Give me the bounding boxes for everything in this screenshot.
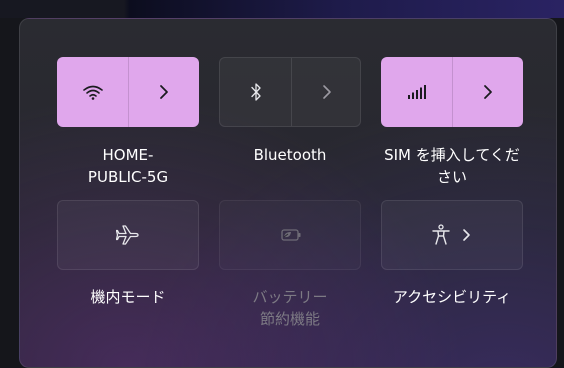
battery-saver-label-line1: バッテリー [252,288,328,306]
wifi-label-line2: PUBLIC-5G [87,168,169,186]
battery-saver-label-line2: 節約機能 [259,310,320,328]
desktop-background [0,0,564,18]
bluetooth-label: Bluetooth [210,144,370,166]
wifi-toggle-button[interactable] [57,57,128,127]
airplane-icon [116,225,139,245]
airplane-mode-label: 機内モード [48,286,208,308]
battery-saver-label: バッテリー 節約機能 [210,286,370,330]
battery-saver-icon [281,229,301,241]
chevron-right-icon [463,229,470,241]
bluetooth-label-text: Bluetooth [253,146,327,164]
wifi-icon [82,85,103,100]
wifi-label-line1: HOME- [102,146,154,164]
bluetooth-icon [250,83,261,101]
cellular-expand-button[interactable] [453,57,523,127]
chevron-right-icon [484,85,492,99]
wifi-tile [57,57,199,127]
accessibility-label-text: アクセシビリティ [392,288,512,306]
wifi-label: HOME- PUBLIC-5G [48,144,208,188]
accessibility-icon [432,224,450,245]
chevron-right-icon [160,85,168,99]
cellular-tile [381,57,523,127]
airplane-mode-tile[interactable] [57,200,199,270]
accessibility-tile[interactable] [381,200,523,270]
cellular-toggle-button[interactable] [381,57,452,127]
wifi-expand-button[interactable] [129,57,199,127]
cellular-label-line2: さい [436,168,467,186]
airplane-mode-label-text: 機内モード [90,288,166,306]
chevron-right-icon [323,85,331,99]
bluetooth-toggle-button[interactable] [220,58,291,126]
quick-settings-panel: HOME- PUBLIC-5G Bluetooth SIM を挿入してくだ さい… [19,18,557,368]
cellular-icon [407,85,426,99]
battery-saver-tile[interactable] [219,200,361,270]
cellular-label-line1: SIM を挿入してくだ [384,146,520,164]
bluetooth-expand-button[interactable] [292,58,362,126]
accessibility-label: アクセシビリティ [372,286,532,308]
cellular-label: SIM を挿入してくだ さい [372,144,532,188]
bluetooth-tile [219,57,361,127]
